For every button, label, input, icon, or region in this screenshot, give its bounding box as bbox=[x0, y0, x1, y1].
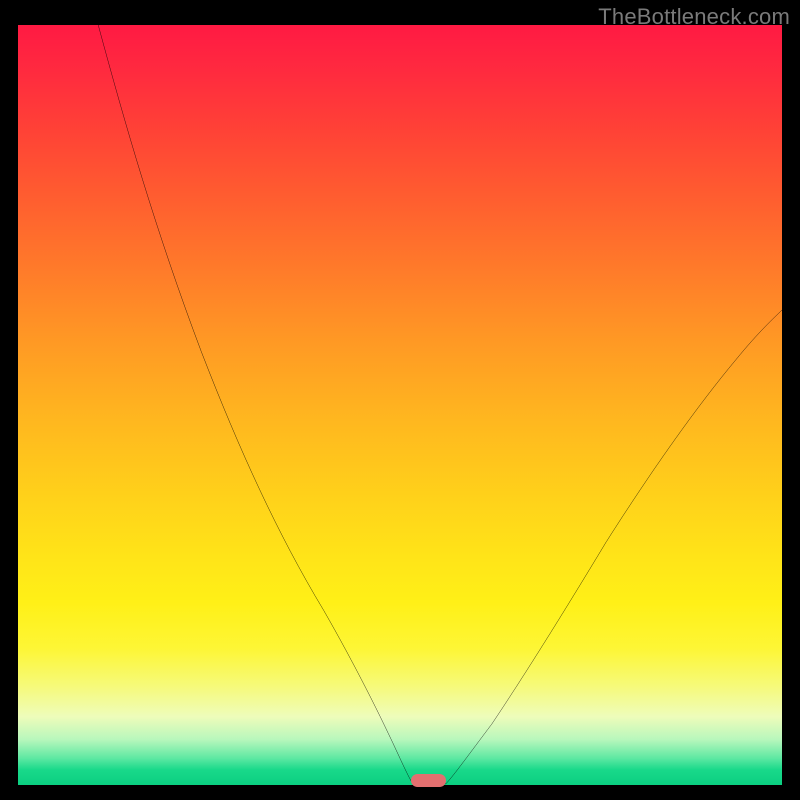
current-point-marker bbox=[411, 774, 445, 787]
bottleneck-curve bbox=[18, 25, 782, 785]
chart-frame: TheBottleneck.com bbox=[0, 0, 800, 800]
curve-path bbox=[98, 25, 782, 784]
plot-area bbox=[18, 25, 782, 785]
watermark-text: TheBottleneck.com bbox=[598, 4, 790, 30]
